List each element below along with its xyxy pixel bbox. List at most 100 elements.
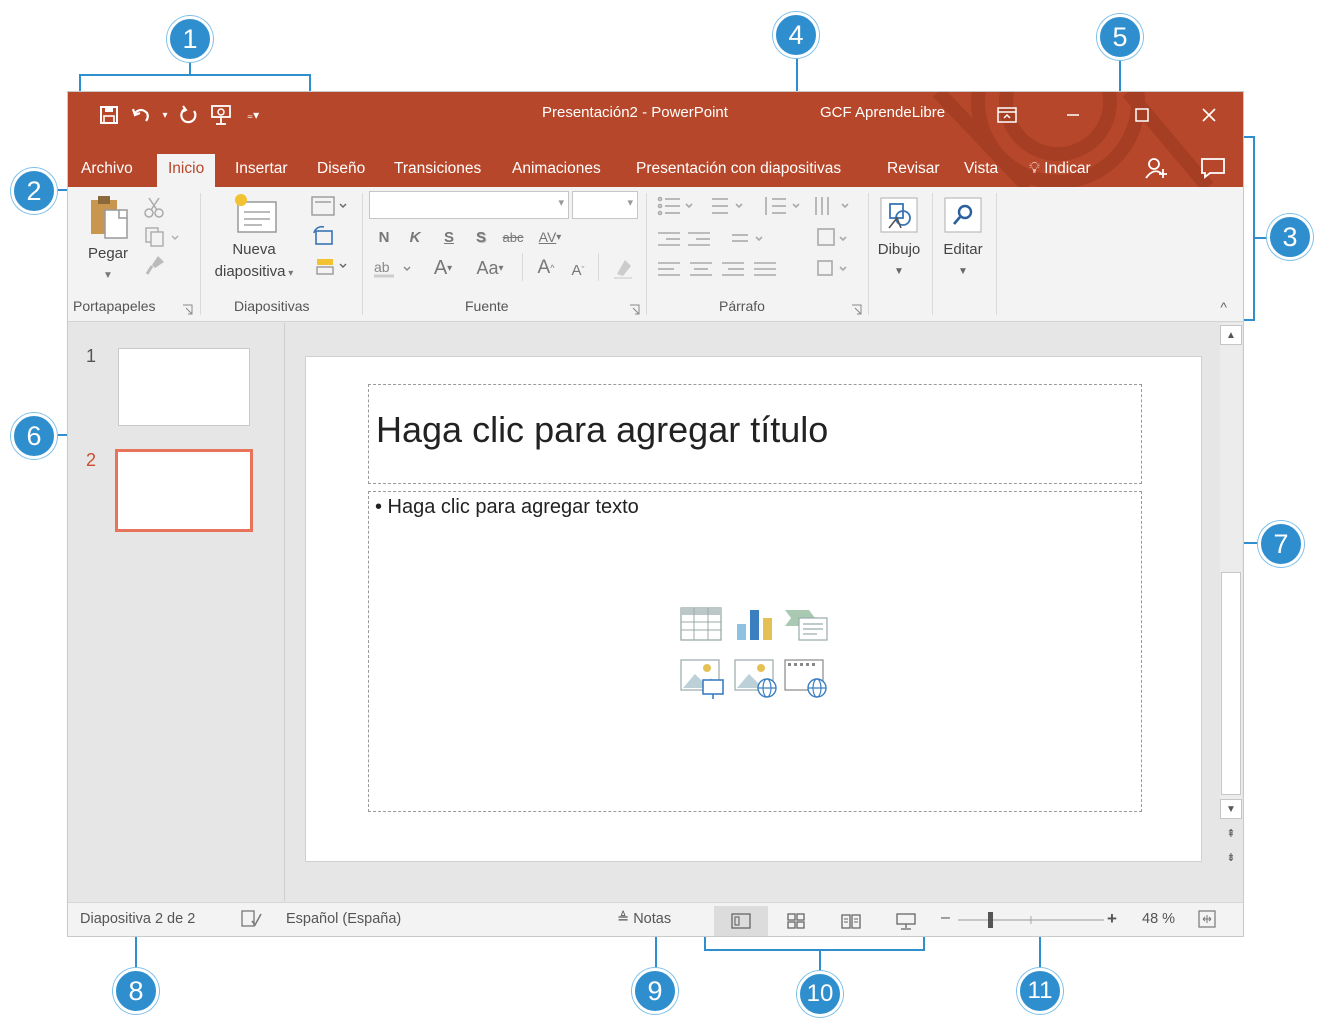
font-launcher-icon[interactable] <box>629 302 640 315</box>
collapse-ribbon-icon[interactable]: ^ <box>1220 299 1227 315</box>
insert-smartart-icon[interactable] <box>783 604 829 648</box>
editing-label[interactable]: Editar <box>933 239 993 261</box>
smartart-icon[interactable] <box>817 260 847 276</box>
save-icon[interactable] <box>96 101 122 129</box>
slide-thumbnail-selected[interactable] <box>115 449 253 532</box>
new-slide-label-2[interactable]: diapositiva ▾ <box>202 261 306 285</box>
cut-icon[interactable] <box>142 195 166 219</box>
copy-icon[interactable] <box>142 225 182 249</box>
scroll-up-icon[interactable]: ▲ <box>1220 325 1242 345</box>
tab-animaciones[interactable]: Animaciones <box>501 154 612 187</box>
decrease-font-size-button[interactable]: Aˇ <box>564 257 592 283</box>
slide-thumbnail[interactable] <box>118 348 250 426</box>
italic-button[interactable]: K <box>404 225 426 249</box>
scroll-down-icon[interactable]: ▼ <box>1220 799 1242 819</box>
tab-vista[interactable]: Vista <box>953 154 1009 187</box>
tab-transiciones[interactable]: Transiciones <box>383 154 492 187</box>
clipboard-launcher-icon[interactable] <box>182 302 193 315</box>
comments-icon[interactable] <box>1196 152 1230 184</box>
insert-table-icon[interactable] <box>679 604 725 648</box>
redo-icon[interactable] <box>176 101 202 129</box>
font-name-combo[interactable]: ▾ <box>369 191 569 219</box>
normal-view-icon[interactable] <box>714 906 768 936</box>
drawing-label[interactable]: Dibujo <box>869 239 929 261</box>
columns-icon[interactable] <box>732 234 763 242</box>
layout-icon[interactable] <box>308 195 350 217</box>
line-spacing-icon[interactable] <box>765 197 800 215</box>
new-slide-icon[interactable] <box>231 191 279 237</box>
increase-font-size-button[interactable]: A ^ <box>532 255 560 281</box>
undo-icon[interactable] <box>128 101 154 129</box>
insert-chart-icon[interactable] <box>733 604 779 648</box>
font-color-button[interactable]: A ▾ <box>423 255 463 281</box>
zoom-in-icon[interactable]: + <box>1107 909 1117 929</box>
fit-to-window-icon[interactable] <box>1197 909 1217 933</box>
slide-show-view-icon[interactable] <box>879 906 933 936</box>
format-painter-icon[interactable] <box>142 253 168 277</box>
reset-slide-icon[interactable] <box>308 225 338 247</box>
underline-button[interactable]: S <box>438 225 460 249</box>
vertical-scrollbar[interactable]: ▲ ▼ ⇞ ⇟ <box>1218 323 1243 901</box>
tell-me-box[interactable]: 💡︎ Indicar <box>1018 154 1102 187</box>
slide-sorter-view-icon[interactable] <box>769 906 823 936</box>
tab-presentacion[interactable]: Presentación con diapositivas <box>625 154 852 187</box>
align-right-icon[interactable] <box>722 262 744 276</box>
align-left-icon[interactable] <box>658 262 680 276</box>
shadow-button[interactable]: S <box>470 225 492 249</box>
tab-inicio[interactable]: Inicio <box>157 154 216 187</box>
tab-archivo[interactable]: Archivo <box>70 154 144 187</box>
character-spacing-button[interactable]: AV ▾ <box>531 225 569 249</box>
share-icon[interactable] <box>1139 152 1173 184</box>
numbering-icon[interactable] <box>712 198 743 214</box>
start-from-beginning-icon[interactable] <box>208 101 234 129</box>
new-slide-label-1[interactable]: Nueva <box>208 239 300 261</box>
section-icon[interactable] <box>308 255 350 277</box>
tab-insertar[interactable]: Insertar <box>224 154 299 187</box>
zoom-out-icon[interactable]: – <box>941 909 950 927</box>
find-icon[interactable] <box>941 195 985 235</box>
spelling-check-icon[interactable] <box>240 909 262 933</box>
language-indicator[interactable]: Español (España) <box>286 911 401 927</box>
increase-indent-icon[interactable] <box>688 232 710 246</box>
next-slide-icon[interactable]: ⇟ <box>1220 847 1242 867</box>
zoom-level[interactable]: 48 % <box>1142 911 1175 927</box>
ribbon-separator <box>598 253 599 281</box>
font-size-combo[interactable]: ▾ <box>572 191 638 219</box>
text-direction-icon[interactable] <box>815 197 849 215</box>
change-case-button[interactable]: Aa ▾ <box>468 255 512 281</box>
decrease-indent-icon[interactable] <box>658 232 680 246</box>
align-center-icon[interactable] <box>690 262 712 276</box>
notes-toggle[interactable]: ≜ Notas <box>617 911 671 927</box>
title-placeholder[interactable]: Haga clic para agregar título <box>368 384 1142 484</box>
paste-icon[interactable] <box>86 193 132 241</box>
zoom-slider[interactable] <box>956 909 1106 931</box>
highlight-icon[interactable] <box>608 255 638 281</box>
editing-dropdown-icon[interactable]: ▼ <box>933 261 993 283</box>
align-text-icon[interactable] <box>817 228 847 246</box>
customize-toolbar-icon[interactable]: ₌▾ <box>240 101 266 129</box>
bold-button[interactable]: N <box>373 225 395 249</box>
insert-online-picture-icon[interactable] <box>733 656 779 700</box>
content-placeholder[interactable]: • Haga clic para agregar texto <box>368 491 1142 812</box>
reading-view-icon[interactable] <box>824 906 878 936</box>
drawing-dropdown-icon[interactable]: ▼ <box>869 261 929 283</box>
maximize-icon[interactable] <box>1122 98 1162 132</box>
tab-diseno[interactable]: Diseño <box>306 154 376 187</box>
tab-revisar[interactable]: Revisar <box>876 154 951 187</box>
minimize-icon[interactable] <box>1053 98 1093 132</box>
insert-video-icon[interactable] <box>783 656 829 700</box>
paragraph-launcher-icon[interactable] <box>851 302 862 315</box>
ribbon-display-options-icon[interactable] <box>987 98 1027 132</box>
clear-formatting-icon[interactable]: ab <box>371 255 415 281</box>
justify-icon[interactable] <box>754 262 776 276</box>
previous-slide-icon[interactable]: ⇞ <box>1220 823 1242 843</box>
paste-dropdown-icon[interactable]: ▼ <box>80 265 136 287</box>
scroll-thumb[interactable] <box>1221 572 1241 795</box>
insert-picture-icon[interactable] <box>679 656 725 700</box>
close-icon[interactable] <box>1189 98 1229 132</box>
drawing-icon[interactable] <box>877 195 921 235</box>
undo-dropdown-icon[interactable]: ▾ <box>160 101 170 129</box>
strikethrough-button[interactable]: abc <box>498 225 528 249</box>
bullets-icon[interactable] <box>657 196 693 216</box>
paste-label[interactable]: Pegar <box>80 243 136 265</box>
